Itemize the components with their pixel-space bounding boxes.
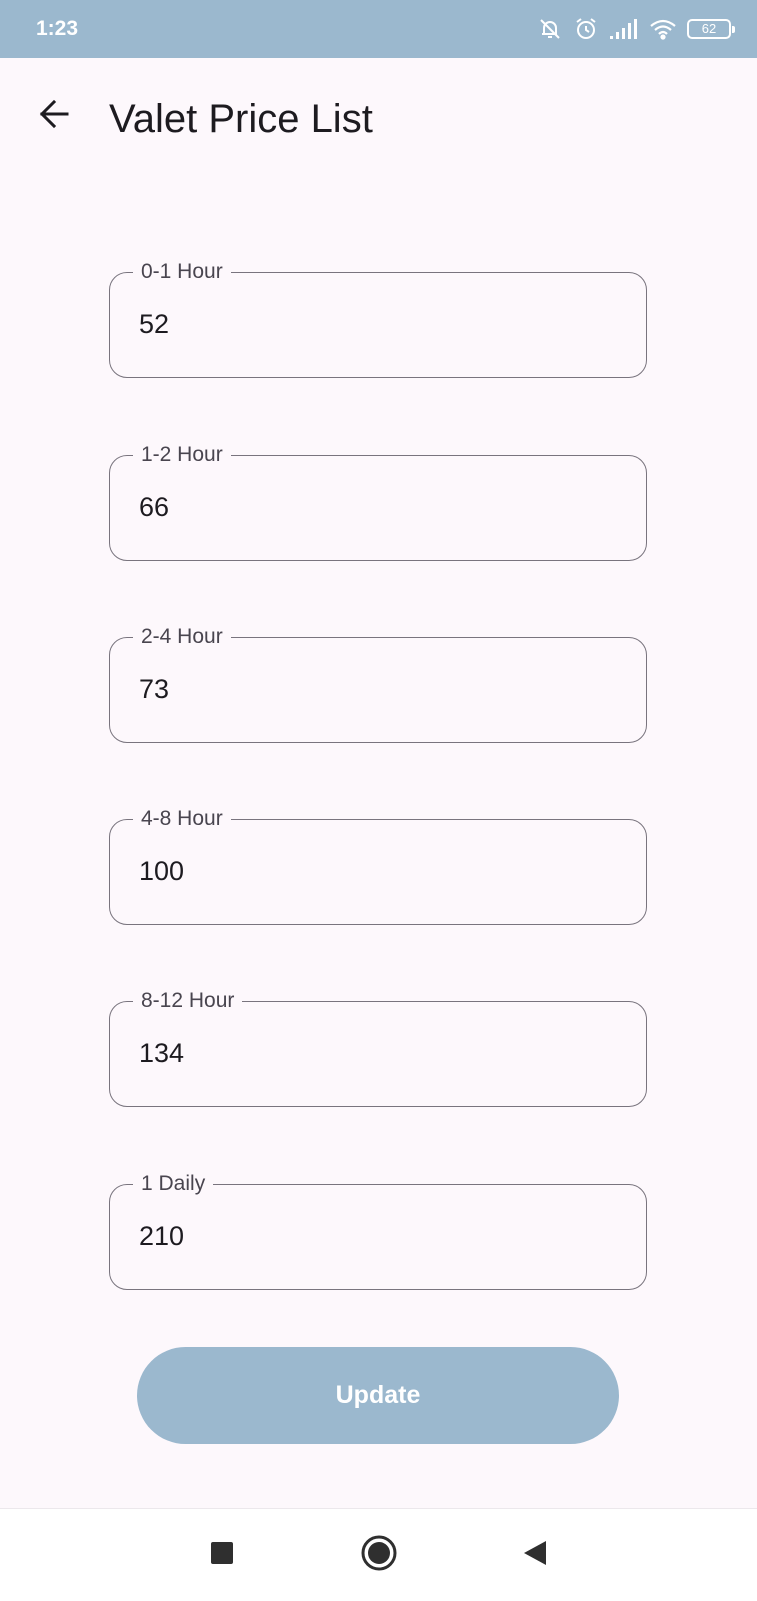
alarm-icon (573, 16, 599, 42)
field-label: 0-1 Hour (133, 258, 231, 286)
signal-icon (609, 18, 639, 40)
price-field-0-1-hour: 0-1 Hour (109, 258, 647, 378)
recents-button[interactable] (198, 1531, 246, 1579)
field-label: 4-8 Hour (133, 805, 231, 833)
field-label: 1-2 Hour (133, 441, 231, 469)
price-input-1-daily[interactable] (139, 1216, 609, 1256)
wifi-icon (649, 18, 677, 40)
price-input-0-1-hour[interactable] (139, 304, 609, 344)
back-icon (521, 1539, 549, 1572)
price-field-4-8-hour: 4-8 Hour (109, 805, 647, 925)
status-icons: 62 (537, 16, 735, 42)
price-field-2-4-hour: 2-4 Hour (109, 623, 647, 743)
arrow-left-icon (37, 97, 71, 136)
battery-icon: 62 (687, 19, 735, 39)
status-bar: 1:23 62 (0, 0, 757, 58)
page-title: Valet Price List (109, 97, 373, 141)
price-field-8-12-hour: 8-12 Hour (109, 987, 647, 1107)
bell-off-icon (537, 16, 563, 42)
price-field-1-daily: 1 Daily (109, 1170, 647, 1290)
price-field-1-2-hour: 1-2 Hour (109, 441, 647, 561)
navigation-bar (0, 1508, 757, 1601)
status-time: 1:23 (36, 17, 79, 40)
price-input-4-8-hour[interactable] (139, 851, 609, 891)
update-button[interactable]: Update (137, 1347, 619, 1444)
field-label: 8-12 Hour (133, 987, 243, 1015)
price-input-2-4-hour[interactable] (139, 669, 609, 709)
back-button[interactable] (30, 92, 78, 140)
price-input-1-2-hour[interactable] (139, 487, 609, 527)
field-label: 2-4 Hour (133, 623, 231, 651)
home-button[interactable] (355, 1531, 403, 1579)
nav-back-button[interactable] (511, 1531, 559, 1579)
recents-icon (209, 1540, 235, 1571)
field-label: 1 Daily (133, 1170, 214, 1198)
price-input-8-12-hour[interactable] (139, 1033, 609, 1073)
app-bar: Valet Price List (0, 58, 757, 182)
home-icon (359, 1533, 399, 1578)
